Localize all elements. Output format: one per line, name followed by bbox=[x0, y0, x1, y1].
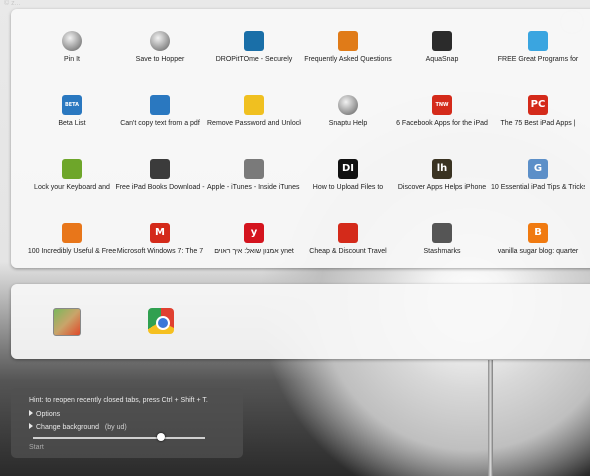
lightning-icon bbox=[62, 223, 82, 243]
leaf-icon bbox=[62, 159, 82, 179]
maps-app-icon[interactable] bbox=[53, 308, 81, 336]
bulb-icon bbox=[244, 95, 264, 115]
hint-text: Hint: to reopen recently closed tabs, pr… bbox=[29, 397, 208, 404]
tile-label: Discover Apps Helps iPhone bbox=[397, 184, 487, 191]
tile-label: Lock your Keyboard and bbox=[34, 184, 110, 191]
tile-label: Cheap & Discount Travel bbox=[309, 248, 387, 255]
books-icon bbox=[150, 159, 170, 179]
tile-label: FREE Great Programs for bbox=[497, 56, 579, 63]
aquasnap-icon bbox=[432, 31, 452, 51]
change-background-label: Change background bbox=[36, 424, 100, 431]
speed-dial-tile[interactable]: Frequently Asked Questions bbox=[301, 31, 395, 79]
speed-dial-tile[interactable]: Snaptu Help bbox=[301, 95, 395, 143]
tile-label: Stashmarks bbox=[423, 248, 461, 255]
bookmark-icon bbox=[432, 223, 452, 243]
tile-label: 10 Essential iPad Tips & Tricks bbox=[491, 184, 585, 191]
speed-dial-tile[interactable]: DI How to Upload Files to bbox=[301, 159, 395, 207]
speed-dial-tile[interactable]: Bvanilla sugar blog: quarter bbox=[491, 223, 585, 271]
tile-label: Remove Password and Unlock bbox=[207, 120, 301, 127]
gmail-icon: M bbox=[150, 223, 170, 243]
speed-dial-tile[interactable]: Lock your Keyboard and bbox=[25, 159, 119, 207]
bracket-icon bbox=[150, 95, 170, 115]
speed-dial-tile[interactable]: Stashmarks bbox=[395, 223, 489, 271]
speed-dial-tile[interactable]: 100 Incredibly Useful & Free bbox=[25, 223, 119, 271]
tile-label: AquaSnap bbox=[425, 56, 459, 63]
speed-dial-tile[interactable]: Remove Password and Unlock bbox=[207, 95, 301, 143]
watermark-text: © z... bbox=[4, 0, 21, 7]
tile-label: Free iPad Books Download - bbox=[115, 184, 205, 191]
speed-dial-tile[interactable]: PC The 75 Best iPad Apps | bbox=[491, 95, 585, 143]
di-icon: DI bbox=[338, 159, 358, 179]
speed-dial-tile[interactable]: Free iPad Books Download - bbox=[113, 159, 207, 207]
dropbox-icon bbox=[244, 31, 264, 51]
travel-icon bbox=[338, 223, 358, 243]
options-label: Options bbox=[36, 411, 61, 418]
speed-dial-panel: Pin It Save to Hopper DROPitTOme - Securel… bbox=[11, 9, 590, 268]
blogger-icon: B bbox=[528, 223, 548, 243]
pinwheel-icon bbox=[528, 31, 548, 51]
lh-icon: lh bbox=[432, 159, 452, 179]
tile-label: Apple - iTunes - Inside iTunes - bbox=[207, 184, 301, 191]
opacity-slider-knob[interactable] bbox=[157, 433, 165, 441]
speed-dial-tile[interactable]: M Microsoft Windows 7: The 7 bbox=[113, 223, 207, 271]
globe-icon bbox=[150, 31, 170, 51]
speed-dial-tile[interactable]: AquaSnap bbox=[395, 31, 489, 79]
g-icon: G bbox=[528, 159, 548, 179]
opacity-slider-track[interactable] bbox=[33, 437, 205, 439]
betalist-icon: BETA LIST bbox=[62, 95, 82, 128]
tile-label: Can't copy text from a pdf bbox=[120, 120, 200, 127]
speed-dial-tile[interactable]: TNW 6 Facebook Apps for the iPad bbox=[395, 95, 489, 143]
tile-label: 6 Facebook Apps for the iPad bbox=[396, 120, 488, 127]
tile-label: אמנון שואל: איך ראוים ynet bbox=[214, 248, 294, 255]
speed-dial-tile[interactable]: y אמנון שואל: איך ראוים ynet bbox=[207, 223, 301, 271]
tile-label: Microsoft Windows 7: The 7 bbox=[116, 248, 204, 255]
hint-box: Hint: to reopen recently closed tabs, pr… bbox=[11, 388, 243, 458]
tile-label: Save to Hopper bbox=[135, 56, 185, 63]
start-link[interactable]: Start bbox=[29, 444, 44, 451]
tile-label: Pin It bbox=[64, 56, 80, 63]
pencil-icon bbox=[338, 31, 358, 51]
apps-panel bbox=[11, 284, 590, 359]
speed-dial-tile[interactable]: G 10 Essential iPad Tips & Tricks bbox=[491, 159, 585, 207]
change-background-link[interactable]: Change background (by ud) bbox=[29, 423, 127, 431]
expand-triangle-icon bbox=[29, 423, 33, 429]
tile-label: vanilla sugar blog: quarter bbox=[497, 248, 579, 255]
speed-dial-tile[interactable]: Can't copy text from a pdf bbox=[113, 95, 207, 143]
globe-icon bbox=[62, 31, 82, 51]
tile-label: How to Upload Files to bbox=[312, 184, 384, 191]
tile-label: The 75 Best iPad Apps | bbox=[500, 120, 576, 127]
speed-dial-tile[interactable]: Apple - iTunes - Inside iTunes - bbox=[207, 159, 301, 207]
speed-dial-tile[interactable]: Cheap & Discount Travel bbox=[301, 223, 395, 271]
globe-icon bbox=[338, 95, 358, 115]
tnw-icon: TNW bbox=[432, 95, 452, 115]
speed-dial-tile[interactable]: Pin It bbox=[25, 31, 119, 79]
pc-icon: PC bbox=[528, 95, 548, 115]
tile-label: 100 Incredibly Useful & Free bbox=[27, 248, 117, 255]
background-credit: (by ud) bbox=[104, 424, 127, 431]
options-link[interactable]: Options bbox=[29, 410, 60, 418]
apple-icon bbox=[244, 159, 264, 179]
tile-label: DROPitTOme - Securely bbox=[215, 56, 293, 63]
chrome-webstore-icon[interactable] bbox=[148, 308, 174, 334]
speed-dial-tile[interactable]: lh Discover Apps Helps iPhone bbox=[395, 159, 489, 207]
tile-label: Frequently Asked Questions bbox=[304, 56, 392, 63]
tile-label: Snaptu Help bbox=[328, 120, 368, 127]
tile-label: Beta List bbox=[58, 120, 86, 127]
ynet-icon: y bbox=[244, 223, 264, 243]
dandelion-stem bbox=[488, 360, 493, 476]
speed-dial-tile[interactable]: DROPitTOme - Securely bbox=[207, 31, 301, 79]
speed-dial-tile[interactable]: Save to Hopper bbox=[113, 31, 207, 79]
speed-dial-tile[interactable]: FREE Great Programs for bbox=[491, 31, 585, 79]
speed-dial-tile[interactable]: BETA LIST Beta List bbox=[25, 95, 119, 143]
expand-triangle-icon bbox=[29, 410, 33, 416]
